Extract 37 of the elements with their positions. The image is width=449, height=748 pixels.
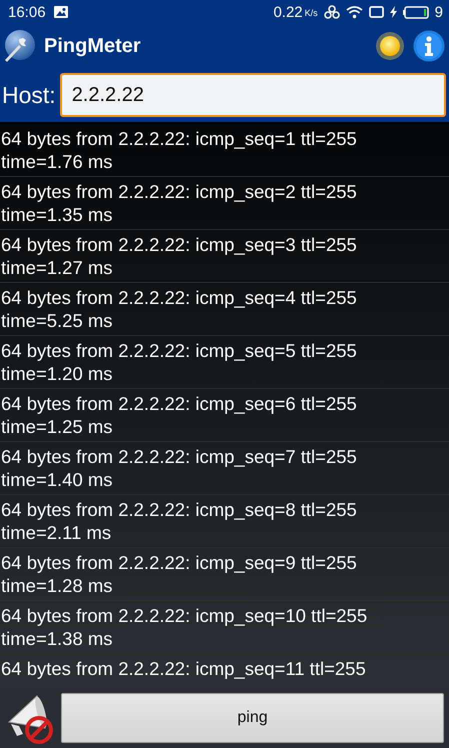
square-icon [368, 6, 384, 18]
ping-time: time=1.35 ms [1, 203, 114, 226]
app-title: PingMeter [44, 34, 141, 58]
ping-reply: 64 bytes from 2.2.2.22: icmp_seq=7 ttl=255 [1, 445, 358, 468]
ping-time: time=2.11 ms [1, 521, 112, 544]
ping-reply: 64 bytes from 2.2.2.22: icmp_seq=1 ttl=255 [1, 127, 358, 150]
battery-icon [402, 6, 429, 18]
ping-time: time=1.25 ms [1, 415, 114, 438]
wrench-globe-icon [2, 29, 36, 63]
image-notification-icon [54, 6, 68, 18]
ping-reply: 64 bytes from 2.2.2.22: icmp_seq=9 ttl=255 [1, 551, 358, 574]
ping-time: time=1.38 ms [1, 627, 114, 650]
ping-reply: 64 bytes from 2.2.2.22: icmp_seq=3 ttl=255 [1, 233, 358, 256]
sun-icon[interactable] [375, 31, 405, 61]
ping-reply: 64 bytes from 2.2.2.22: icmp_seq=2 ttl=255 [1, 180, 358, 203]
network-speed: 0.22 [273, 4, 303, 20]
ping-time: time=1.28 ms [1, 574, 114, 597]
speed-unit: K/s [304, 8, 318, 18]
host-label: Host: [2, 82, 56, 108]
ping-reply: 64 bytes from 2.2.2.22: icmp_seq=10 ttl=255 [1, 604, 368, 627]
charging-icon [390, 6, 397, 18]
ping-reply: 64 bytes from 2.2.2.22: icmp_seq=5 ttl=255 [1, 339, 358, 362]
wifi-icon [346, 5, 363, 19]
ping-time: time=5.25 ms [1, 309, 114, 332]
ping-button[interactable]: ping [61, 693, 444, 743]
ping-time: time=1.20 ms [1, 362, 114, 385]
ping-time: time=1.27 ms [1, 256, 114, 279]
host-field[interactable]: 2.2.2.22 [60, 73, 446, 117]
clock: 16:06 [8, 4, 46, 20]
ping-reply: 64 bytes from 2.2.2.22: icmp_seq=8 ttl=255 [1, 498, 358, 521]
ping-reply: 64 bytes from 2.2.2.22: icmp_seq=4 ttl=255 [1, 286, 358, 309]
ping-time: time=1.76 ms [1, 150, 114, 173]
info-icon[interactable] [413, 30, 445, 62]
ping-time: time=1.40 ms [1, 468, 114, 491]
ping-reply: 64 bytes from 2.2.2.22: icmp_seq=6 ttl=255 [1, 392, 358, 415]
battery-level: 9 [434, 4, 443, 20]
ping-reply: 64 bytes from 2.2.2.22: icmp_seq=11 ttl=255 [1, 657, 367, 680]
